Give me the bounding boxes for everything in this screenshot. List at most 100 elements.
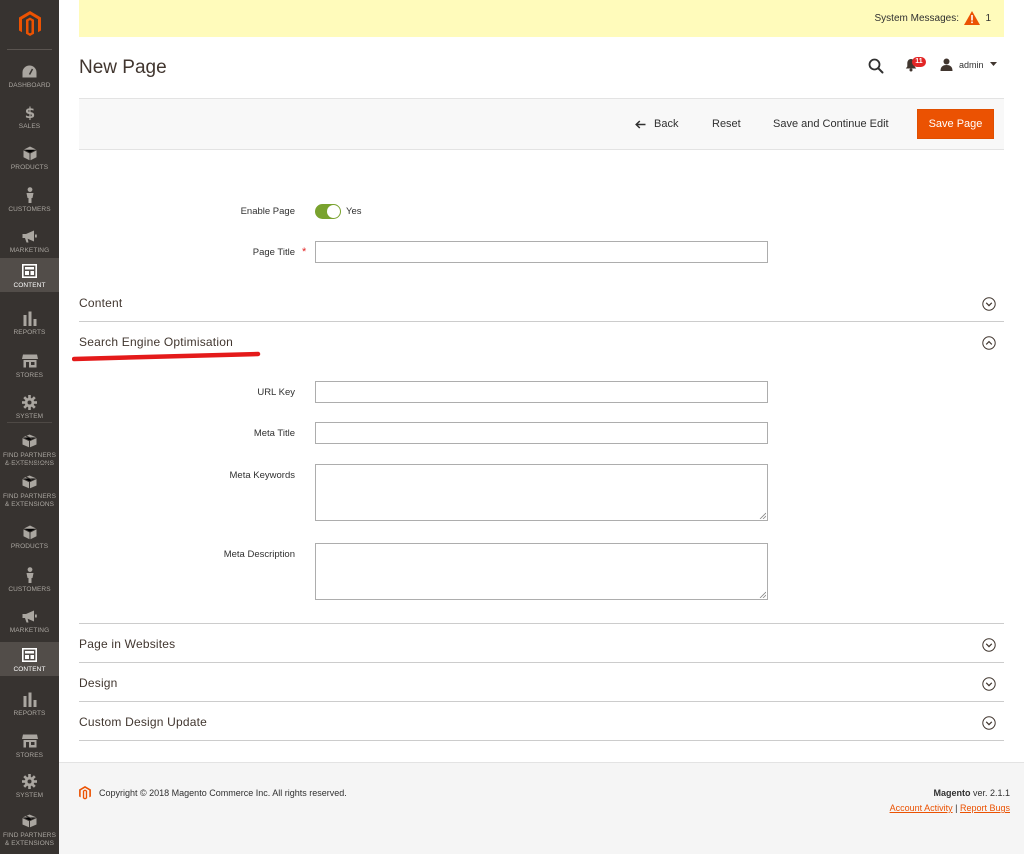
footer-links: Account Activity | Report Bugs	[890, 803, 1010, 813]
copyright-text: Copyright © 2018 Magento Commerce Inc. A…	[99, 788, 347, 798]
gear-icon	[22, 394, 38, 410]
chevron-down-icon	[982, 638, 996, 652]
design-section-header[interactable]: Design	[79, 663, 1004, 702]
report-bugs-link[interactable]: Report Bugs	[960, 803, 1010, 813]
caret-down-icon	[989, 62, 997, 66]
chevron-down-icon	[982, 297, 996, 311]
save-and-continue-button[interactable]: Save and Continue Edit	[773, 99, 889, 149]
custom-design-section-header[interactable]: Custom Design Update	[79, 702, 1004, 741]
sidebar-item-reports[interactable]: Reports	[0, 305, 59, 346]
version-number: ver. 2.1.1	[972, 788, 1010, 798]
resize-grip-icon[interactable]	[759, 512, 766, 519]
megaphone-icon	[22, 608, 38, 624]
url-key-input[interactable]	[315, 381, 768, 403]
resize-grip-icon[interactable]	[759, 591, 766, 598]
sidebar-item-dashboard[interactable]: Dashboard	[0, 58, 59, 99]
sidebar-item-sales[interactable]: $ Sales	[0, 99, 59, 140]
brand-name: Magento	[933, 788, 971, 798]
dollar-icon: $	[22, 104, 38, 120]
sidebar-item-products[interactable]: Products	[0, 519, 59, 560]
required-asterisk: *	[302, 246, 307, 258]
websites-section-title: Page in Websites	[79, 637, 176, 651]
system-messages-count[interactable]: 1	[985, 13, 991, 24]
sidebar-item-system[interactable]: System	[0, 768, 59, 809]
sidebar-item-stores[interactable]: Stores	[0, 728, 59, 769]
sidebar-item-find-partners-extensions[interactable]: Find Partners & Extensions	[0, 469, 59, 510]
page-title: New Page	[79, 57, 167, 78]
page-footer: Copyright © 2018 Magento Commerce Inc. A…	[59, 762, 1024, 854]
back-button[interactable]: Back	[635, 99, 678, 149]
user-icon	[940, 58, 953, 71]
sidebar-item-label: Find Partners & Extensions	[2, 452, 57, 467]
enable-page-value: Yes	[346, 206, 362, 217]
sidebar-item-label: Reports	[13, 329, 46, 336]
save-and-continue-label: Save and Continue Edit	[773, 118, 889, 130]
magento-logo[interactable]	[0, 0, 59, 48]
reset-button-label: Reset	[712, 118, 741, 130]
admin-user-menu[interactable]: admin	[940, 58, 997, 71]
sidebar-item-marketing[interactable]: Marketing	[0, 603, 59, 644]
person-icon	[22, 567, 38, 583]
sidebar-item-label: Products	[10, 543, 49, 550]
sidebar-item-products[interactable]: Products	[0, 140, 59, 181]
account-activity-link[interactable]: Account Activity	[890, 803, 953, 813]
svg-text:$: $	[24, 104, 34, 120]
sidebar-item-label: Products	[10, 164, 49, 171]
box-icon	[22, 524, 38, 540]
footer-link-separator: |	[955, 803, 958, 813]
person-icon	[22, 187, 38, 203]
sidebar-item-find-partners-extensions[interactable]: Find Partners & Extensions	[0, 808, 59, 849]
sidebar-item-label: Customers	[8, 586, 51, 593]
custom-design-section-title: Custom Design Update	[79, 715, 208, 729]
notifications-count-badge[interactable]: 11	[912, 57, 926, 67]
magento-logo-icon	[79, 786, 91, 800]
seo-section-title: Search Engine Optimisation	[79, 335, 233, 349]
version-info: Magento ver. 2.1.1	[933, 788, 1010, 798]
magento-logo-icon	[18, 11, 41, 36]
meta-keywords-textarea[interactable]	[315, 464, 768, 521]
system-messages-label[interactable]: System Messages:	[875, 13, 959, 24]
sidebar-item-label: Marketing	[9, 627, 50, 634]
enable-page-toggle[interactable]	[315, 204, 341, 219]
sidebar-item-customers[interactable]: Customers	[0, 182, 59, 223]
content-section-header[interactable]: Content	[79, 283, 1004, 322]
sidebar-item-label: Find Partners & Extensions	[2, 832, 57, 847]
reset-button[interactable]: Reset	[712, 99, 741, 149]
global-search-button[interactable]	[868, 58, 884, 79]
back-button-label: Back	[654, 118, 679, 130]
page-title-input[interactable]	[315, 241, 768, 263]
gear-icon	[22, 773, 38, 789]
sidebar-item-label: Content	[13, 282, 46, 289]
design-section-title: Design	[79, 676, 118, 690]
chevron-down-icon	[982, 716, 996, 730]
sidebar-item-label: Reports	[13, 710, 46, 717]
sidebar-item-label: Stores	[15, 752, 44, 759]
sidebar-item-label: System	[15, 413, 44, 420]
sidebar-item-content[interactable]: Content	[0, 642, 59, 676]
layout-icon	[22, 647, 38, 663]
save-page-label: Save Page	[928, 118, 983, 130]
sidebar-item-label: Stores	[15, 372, 44, 379]
bar-chart-icon	[22, 691, 38, 707]
save-page-button[interactable]: Save Page	[917, 109, 994, 139]
sidebar-item-customers[interactable]: Customers	[0, 562, 59, 603]
sidebar-item-system[interactable]: System	[0, 389, 59, 430]
section-divider	[79, 740, 1004, 741]
meta-title-input[interactable]	[315, 422, 768, 444]
megaphone-icon	[22, 228, 38, 244]
meta-description-textarea[interactable]	[315, 543, 768, 600]
sidebar-item-label: Dashboard	[8, 82, 51, 89]
admin-username: admin	[959, 59, 984, 70]
sidebar-item-stores[interactable]: Stores	[0, 348, 59, 389]
chevron-up-icon	[982, 336, 996, 350]
admin-sidebar: Dashboard $ Sales Products Customers Marketin…	[0, 0, 59, 854]
sidebar-item-content[interactable]: Content	[0, 258, 59, 292]
meta-keywords-label: Meta Keywords	[229, 470, 295, 481]
enable-page-label: Enable Page	[240, 206, 295, 217]
chevron-down-icon	[982, 677, 996, 691]
warning-icon[interactable]	[964, 11, 980, 25]
page-actions-bar: Back Reset Save and Continue Edit Save P…	[79, 98, 1004, 150]
sidebar-item-label: Sales	[18, 123, 41, 130]
websites-section-header[interactable]: Page in Websites	[79, 624, 1004, 663]
sidebar-item-reports[interactable]: Reports	[0, 686, 59, 727]
